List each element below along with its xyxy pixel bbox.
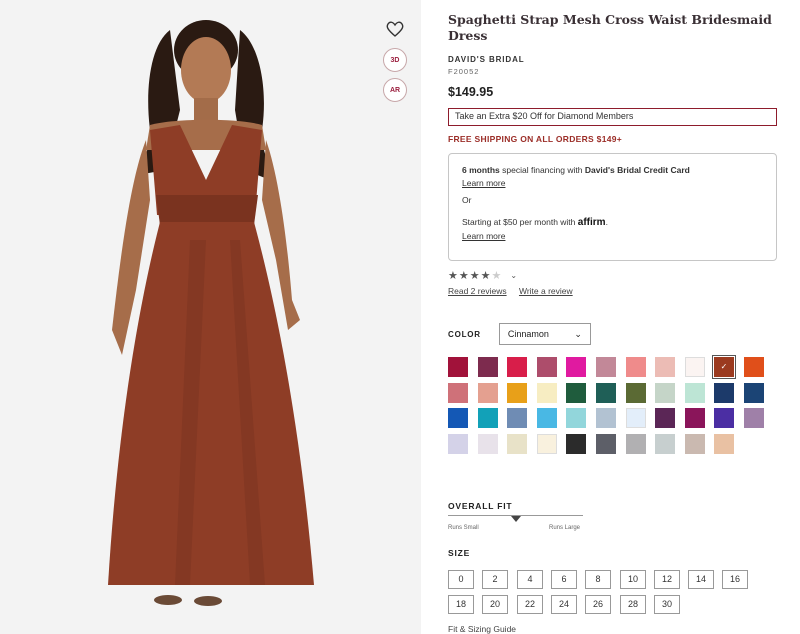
color-swatch[interactable] (448, 382, 468, 403)
color-swatch[interactable] (478, 357, 498, 377)
color-swatch[interactable] (596, 433, 616, 454)
color-swatch[interactable] (507, 408, 527, 428)
color-swatch[interactable] (655, 408, 675, 428)
color-swatch[interactable] (685, 382, 705, 403)
color-swatch[interactable] (507, 357, 527, 377)
color-swatch[interactable] (478, 408, 498, 428)
color-swatch[interactable] (537, 433, 557, 454)
color-swatch[interactable] (566, 408, 586, 428)
color-swatch[interactable] (596, 408, 616, 428)
color-swatch[interactable] (714, 433, 734, 454)
color-swatch[interactable] (655, 357, 675, 377)
color-swatch[interactable] (744, 382, 764, 403)
size-button[interactable]: 16 (722, 570, 748, 589)
color-swatch[interactable] (626, 382, 646, 403)
size-button[interactable]: 20 (482, 595, 508, 614)
size-button[interactable]: 10 (620, 570, 646, 589)
fit-runs-large: Runs Large (549, 525, 581, 531)
size-button[interactable]: 26 (585, 595, 611, 614)
color-swatch[interactable] (744, 408, 764, 428)
color-swatch[interactable] (448, 433, 468, 454)
color-swatch[interactable] (685, 433, 705, 454)
overall-fit-label: OVERALL FIT (448, 501, 513, 511)
color-swatch[interactable] (744, 357, 764, 377)
color-swatch[interactable] (566, 433, 586, 454)
size-button[interactable]: 2 (482, 570, 508, 589)
color-swatch[interactable] (714, 408, 734, 428)
size-button[interactable]: 24 (551, 595, 577, 614)
product-image-pane: 3D AR (0, 0, 421, 634)
color-swatch[interactable] (448, 408, 468, 428)
color-swatch[interactable] (685, 357, 705, 377)
color-swatch[interactable] (655, 433, 675, 454)
size-button[interactable]: 30 (654, 595, 680, 614)
view-ar-button[interactable]: AR (383, 78, 407, 102)
color-swatch[interactable] (655, 382, 675, 403)
color-swatch[interactable] (537, 408, 557, 428)
size-button[interactable]: 22 (517, 595, 543, 614)
color-swatch[interactable] (714, 382, 734, 403)
color-swatch[interactable] (478, 433, 498, 454)
sizing-guide-link[interactable]: Fit & Sizing Guide (448, 624, 516, 634)
size-button[interactable]: 4 (517, 570, 543, 589)
color-swatch[interactable] (626, 408, 646, 428)
size-button[interactable]: 0 (448, 570, 474, 589)
size-button[interactable]: 18 (448, 595, 474, 614)
size-button[interactable]: 28 (620, 595, 646, 614)
color-swatch[interactable] (566, 382, 586, 403)
color-swatch[interactable]: ✓ (712, 355, 736, 379)
options-area: ✓ OVERALL FIT Runs Small Runs Large SIZE… (448, 0, 788, 634)
color-swatch[interactable] (626, 433, 646, 454)
color-swatch[interactable] (596, 357, 616, 377)
check-icon: ✓ (720, 362, 728, 371)
color-swatch[interactable] (685, 408, 705, 428)
size-button[interactable]: 6 (551, 570, 577, 589)
color-swatch[interactable] (448, 357, 468, 377)
color-swatch[interactable] (507, 433, 527, 454)
wishlist-heart-button[interactable] (384, 18, 406, 40)
color-swatch[interactable] (537, 357, 557, 377)
size-button[interactable]: 8 (585, 570, 611, 589)
size-button[interactable]: 12 (654, 570, 680, 589)
product-model-image (0, 0, 421, 634)
color-swatch[interactable] (537, 382, 557, 403)
color-swatch[interactable] (478, 382, 498, 403)
fit-runs-small: Runs Small (448, 525, 479, 531)
heart-icon (386, 21, 404, 37)
view-3d-button[interactable]: 3D (383, 48, 407, 72)
color-swatch[interactable] (596, 382, 616, 403)
fit-marker (511, 516, 521, 522)
color-swatch[interactable] (507, 382, 527, 403)
size-button[interactable]: 14 (688, 570, 714, 589)
color-swatch[interactable] (566, 357, 586, 377)
color-swatch[interactable] (626, 357, 646, 377)
size-label: SIZE (448, 548, 471, 558)
